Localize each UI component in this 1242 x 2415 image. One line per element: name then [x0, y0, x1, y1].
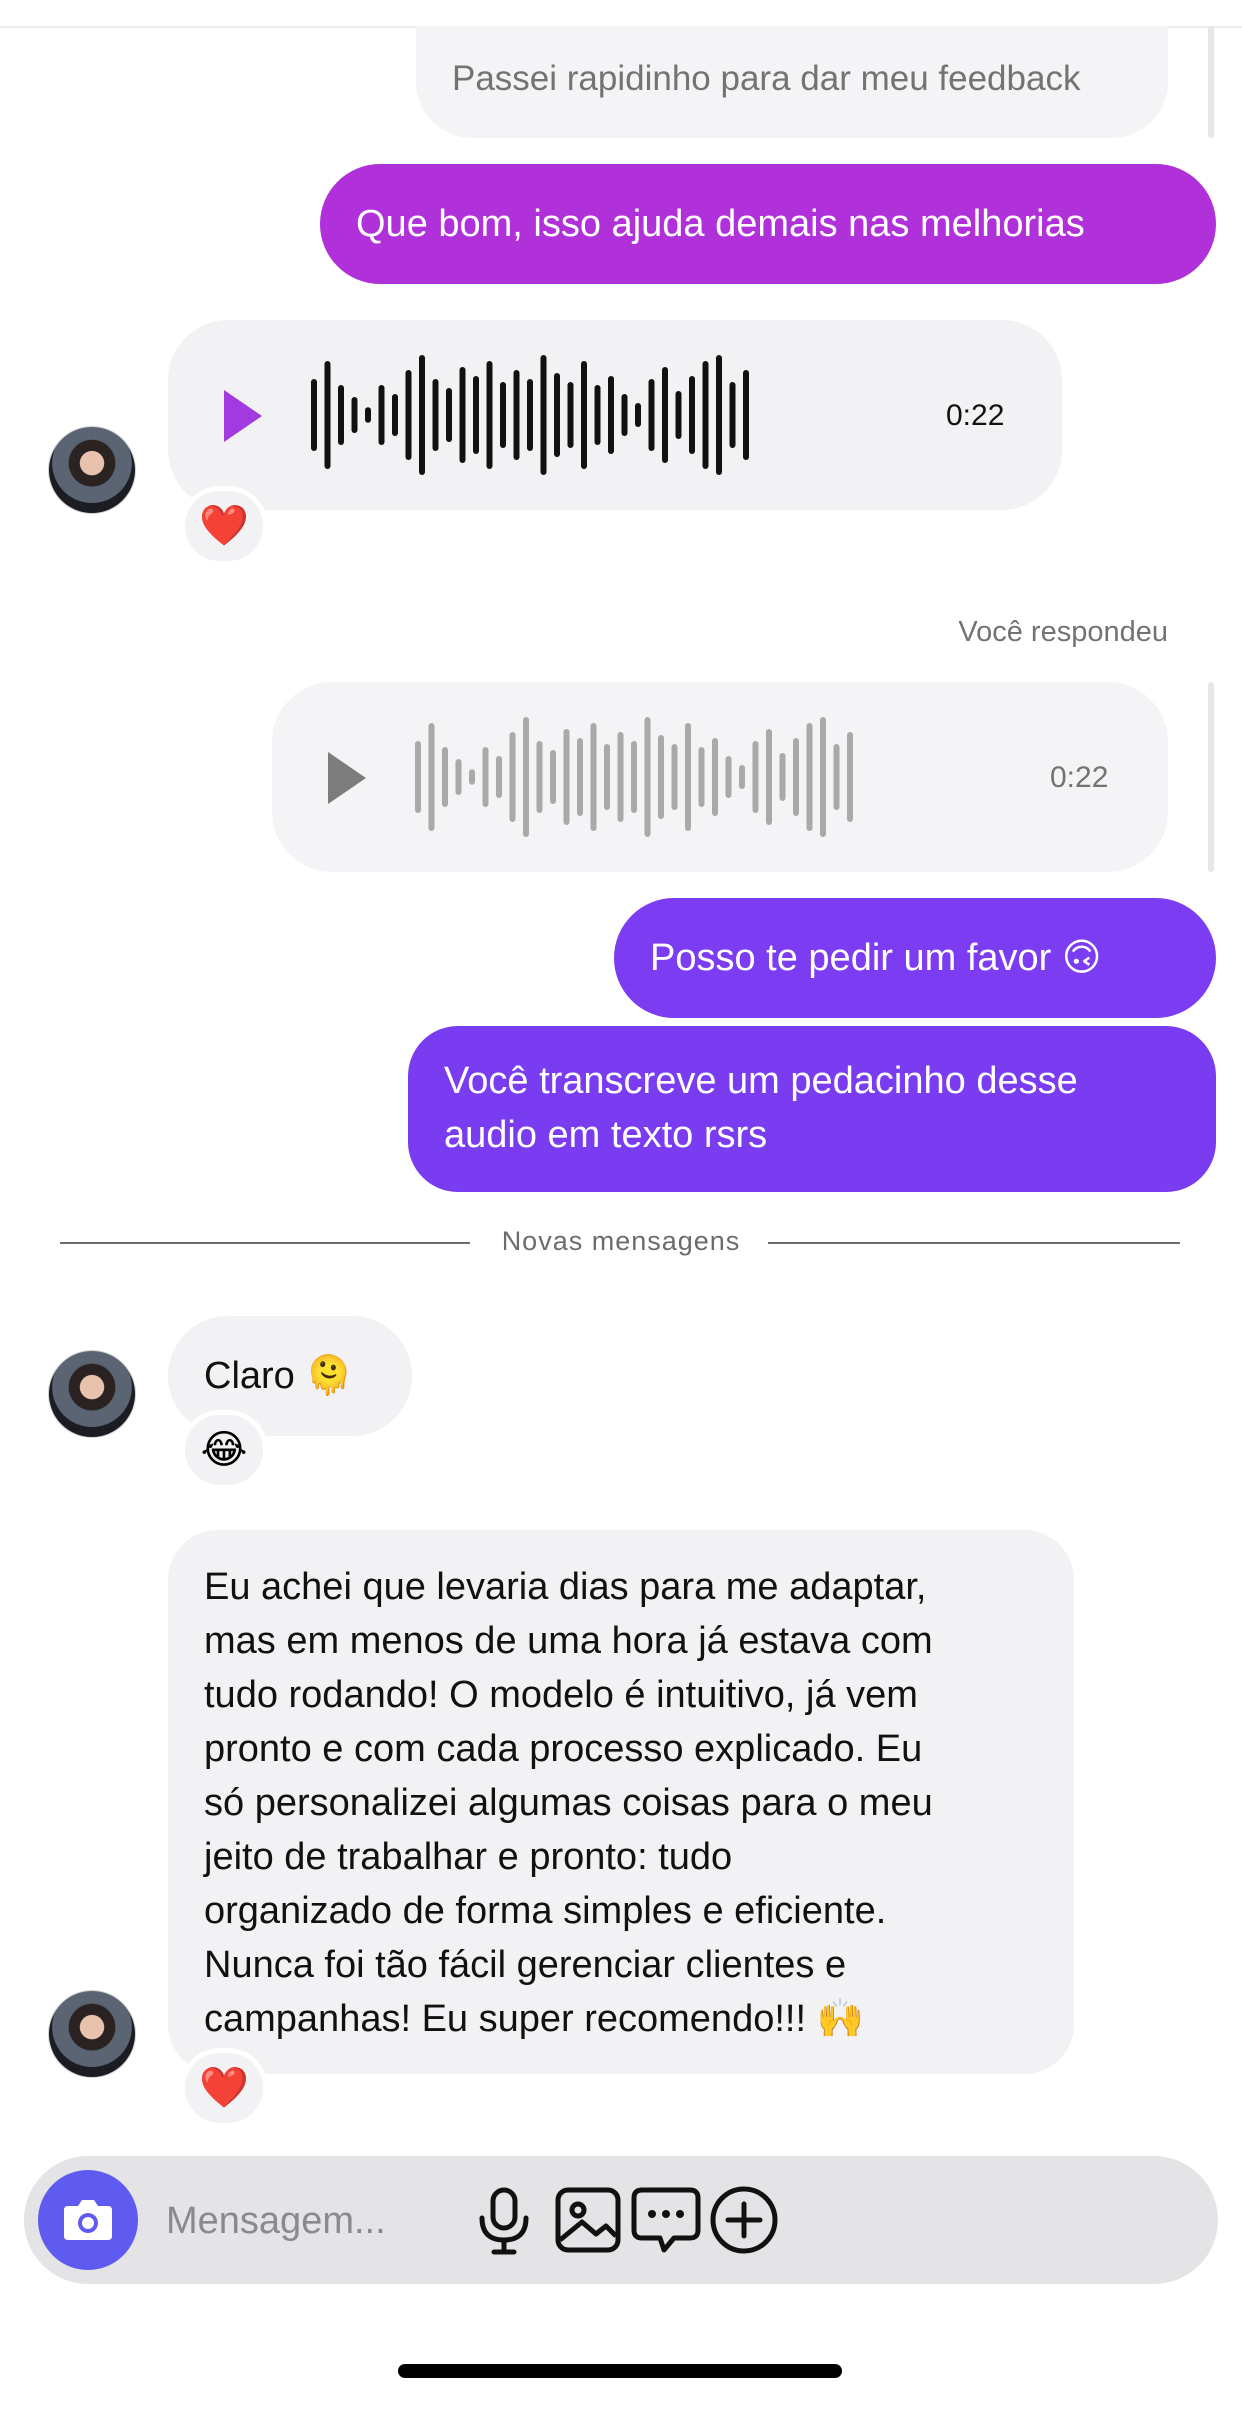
reply-line [1208, 26, 1214, 138]
message-line: Nunca foi tão fácil gerenciar clientes e [204, 1944, 847, 1986]
message-line: pronto e com cada processo explicado. Eu [204, 1728, 923, 1770]
reply-line [1208, 682, 1214, 872]
message-line: campanhas! Eu super recomendo!!! 🙌 [204, 1998, 864, 2040]
laugh-reaction[interactable]: 😂 [180, 1410, 268, 1490]
message-line: audio em texto rsrs [444, 1114, 768, 1156]
incoming-text-bubble[interactable]: Passei rapidinho para dar meu feedback [416, 26, 1168, 138]
message-line: Eu achei que levaria dias para me adapta… [204, 1566, 927, 1608]
avatar[interactable] [48, 1990, 136, 2078]
avatar[interactable] [48, 1350, 136, 1438]
voice-duration: 0:22 [946, 399, 1005, 432]
plus-icon[interactable] [704, 2180, 784, 2260]
outgoing-text-bubble[interactable]: Posso te pedir um favor 🙃 [614, 898, 1216, 1018]
avatar[interactable] [48, 426, 136, 514]
waveform[interactable] [412, 712, 868, 842]
message-line: tudo rodando! O modelo é intuitivo, já v… [204, 1674, 918, 1716]
play-icon[interactable] [322, 748, 370, 808]
heart-reaction[interactable]: ❤️ [180, 486, 268, 566]
message-line: organizado de forma simples e eficiente. [204, 1890, 887, 1932]
message-line: só personalizei algumas coisas para o me… [204, 1782, 933, 1824]
outgoing-text-bubble[interactable]: Que bom, isso ajuda demais nas melhorias [320, 164, 1216, 284]
message-line: mas em menos de uma hora já estava com [204, 1620, 933, 1662]
voice-duration: 0:22 [1050, 761, 1109, 794]
replied-label: Você respondeu [958, 616, 1168, 648]
image-icon[interactable] [548, 2180, 628, 2260]
sticker-chat-icon[interactable] [626, 2180, 706, 2260]
message-text: Passei rapidinho para dar meu feedback [452, 59, 1081, 98]
new-messages-label: Novas mensagens [501, 1226, 741, 1256]
message-text: Claro 🫠 [204, 1355, 353, 1397]
waveform[interactable] [308, 350, 764, 480]
message-line: Você transcreve um pedacinho desse [444, 1060, 1078, 1102]
outgoing-text-bubble[interactable]: Você transcreve um pedacinho desse audio… [408, 1026, 1216, 1192]
quoted-voice-bubble[interactable]: 0:22 [272, 682, 1168, 872]
incoming-text-bubble[interactable]: Eu achei que levaria dias para me adapta… [168, 1530, 1074, 2074]
home-indicator [398, 2364, 842, 2378]
microphone-icon[interactable] [464, 2180, 544, 2260]
message-text: Posso te pedir um favor 🙃 [650, 937, 1102, 979]
message-line: jeito de trabalhar e pronto: tudo [204, 1836, 733, 1878]
camera-icon [64, 2200, 112, 2240]
message-composer [24, 2156, 1218, 2284]
play-icon[interactable] [218, 386, 266, 446]
heart-reaction[interactable]: ❤️ [180, 2048, 268, 2128]
message-text: Que bom, isso ajuda demais nas melhorias [356, 203, 1085, 245]
incoming-voice-bubble[interactable]: 0:22 [168, 320, 1062, 510]
camera-button[interactable] [38, 2170, 138, 2270]
